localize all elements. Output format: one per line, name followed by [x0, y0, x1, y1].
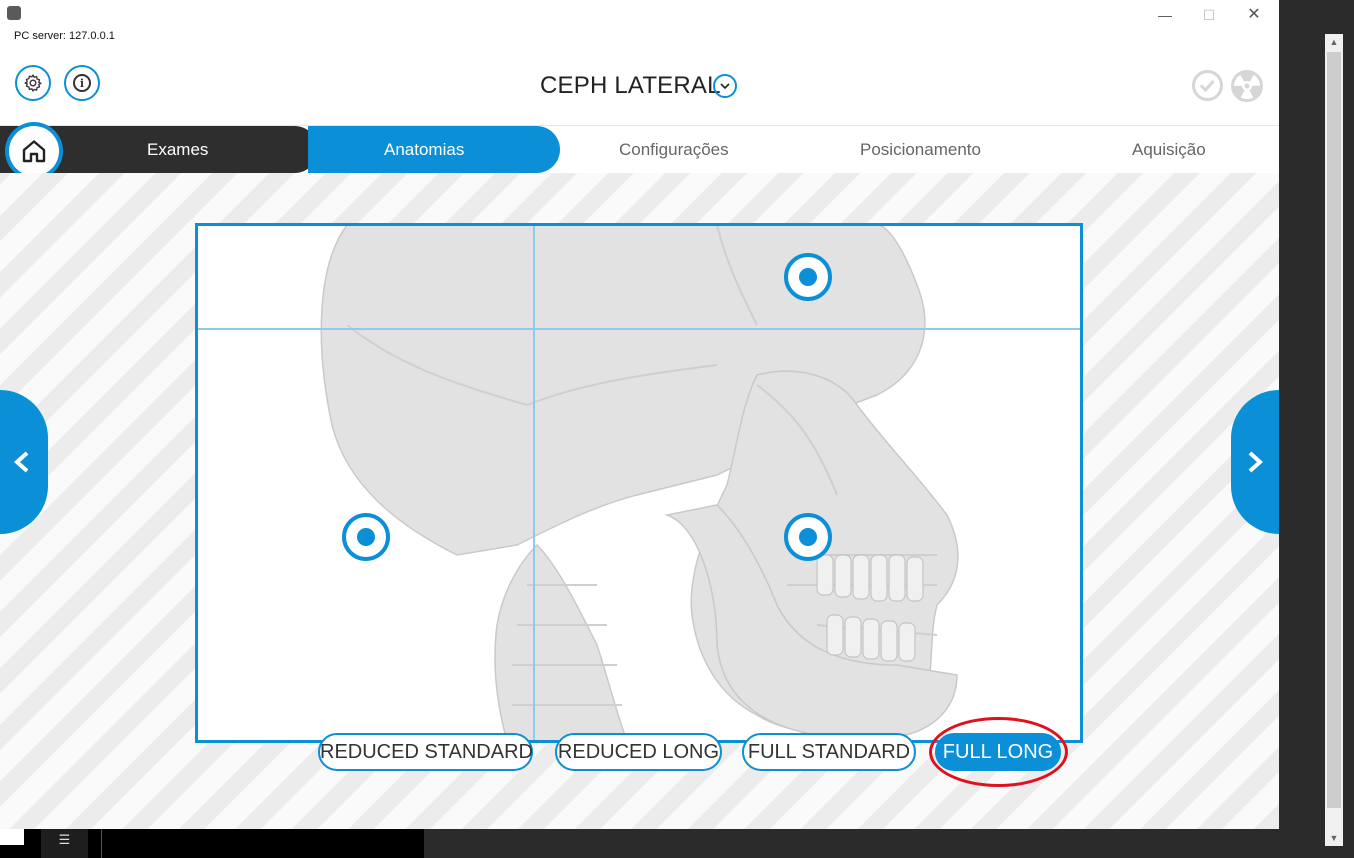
taskbar-app-icon[interactable]: ☰ [41, 829, 88, 858]
minimize-button[interactable]: — [1142, 3, 1188, 27]
previous-button[interactable] [0, 390, 48, 534]
app-logo-icon [7, 6, 21, 20]
home-icon [22, 140, 46, 163]
anatomy-selection-area: REDUCED STANDARD REDUCED LONG FULL STAND… [0, 173, 1279, 829]
workflow-tabs: Exames Anatomias Configurações Posiciona… [0, 125, 1279, 174]
close-button[interactable]: ✕ [1231, 3, 1277, 27]
reduced-long-button[interactable]: REDUCED LONG [555, 733, 722, 771]
tab-aquisicao[interactable]: Aquisição [1132, 140, 1206, 160]
tab-configuracoes[interactable]: Configurações [619, 140, 729, 160]
info-icon: i [73, 74, 91, 92]
home-button[interactable] [5, 122, 63, 180]
check-circle-icon [1192, 70, 1223, 101]
tab-anatomias-label: Anatomias [384, 140, 465, 159]
taskbar-edge [0, 829, 24, 845]
server-label: PC server: 127.0.0.1 [14, 30, 115, 42]
tab-posicionamento[interactable]: Posicionamento [860, 140, 981, 160]
chevron-right-icon [1248, 451, 1263, 473]
exam-title: CEPH LATERAL [540, 72, 721, 99]
gear-icon [24, 74, 42, 92]
reduced-standard-button[interactable]: REDUCED STANDARD [318, 733, 533, 771]
chevron-left-icon [14, 451, 29, 473]
scroll-up-button[interactable]: ▲ [1325, 34, 1343, 50]
taskbar-divider [101, 829, 102, 858]
vertical-scrollbar[interactable]: ▲ ▼ [1325, 34, 1343, 846]
full-standard-button[interactable]: FULL STANDARD [742, 733, 916, 771]
scroll-down-button[interactable]: ▼ [1325, 830, 1343, 846]
exam-dropdown-button[interactable] [713, 74, 737, 98]
maximize-button[interactable]: ☐ [1186, 3, 1232, 27]
radiation-icon [1231, 70, 1263, 102]
target-marker-top[interactable] [784, 253, 832, 301]
next-button[interactable] [1231, 390, 1279, 534]
target-marker-right[interactable] [784, 513, 832, 561]
scroll-thumb[interactable] [1327, 52, 1341, 808]
settings-button[interactable] [15, 65, 51, 101]
chevron-down-icon [720, 83, 730, 90]
highlight-annotation-ring [929, 717, 1068, 787]
app-window: PC server: 127.0.0.1 — ☐ ✕ i CEPH LATERA… [0, 0, 1279, 829]
info-button[interactable]: i [64, 65, 100, 101]
target-marker-left[interactable] [342, 513, 390, 561]
tab-exames-label: Exames [147, 140, 209, 159]
full-long-region-frame [195, 223, 1083, 743]
